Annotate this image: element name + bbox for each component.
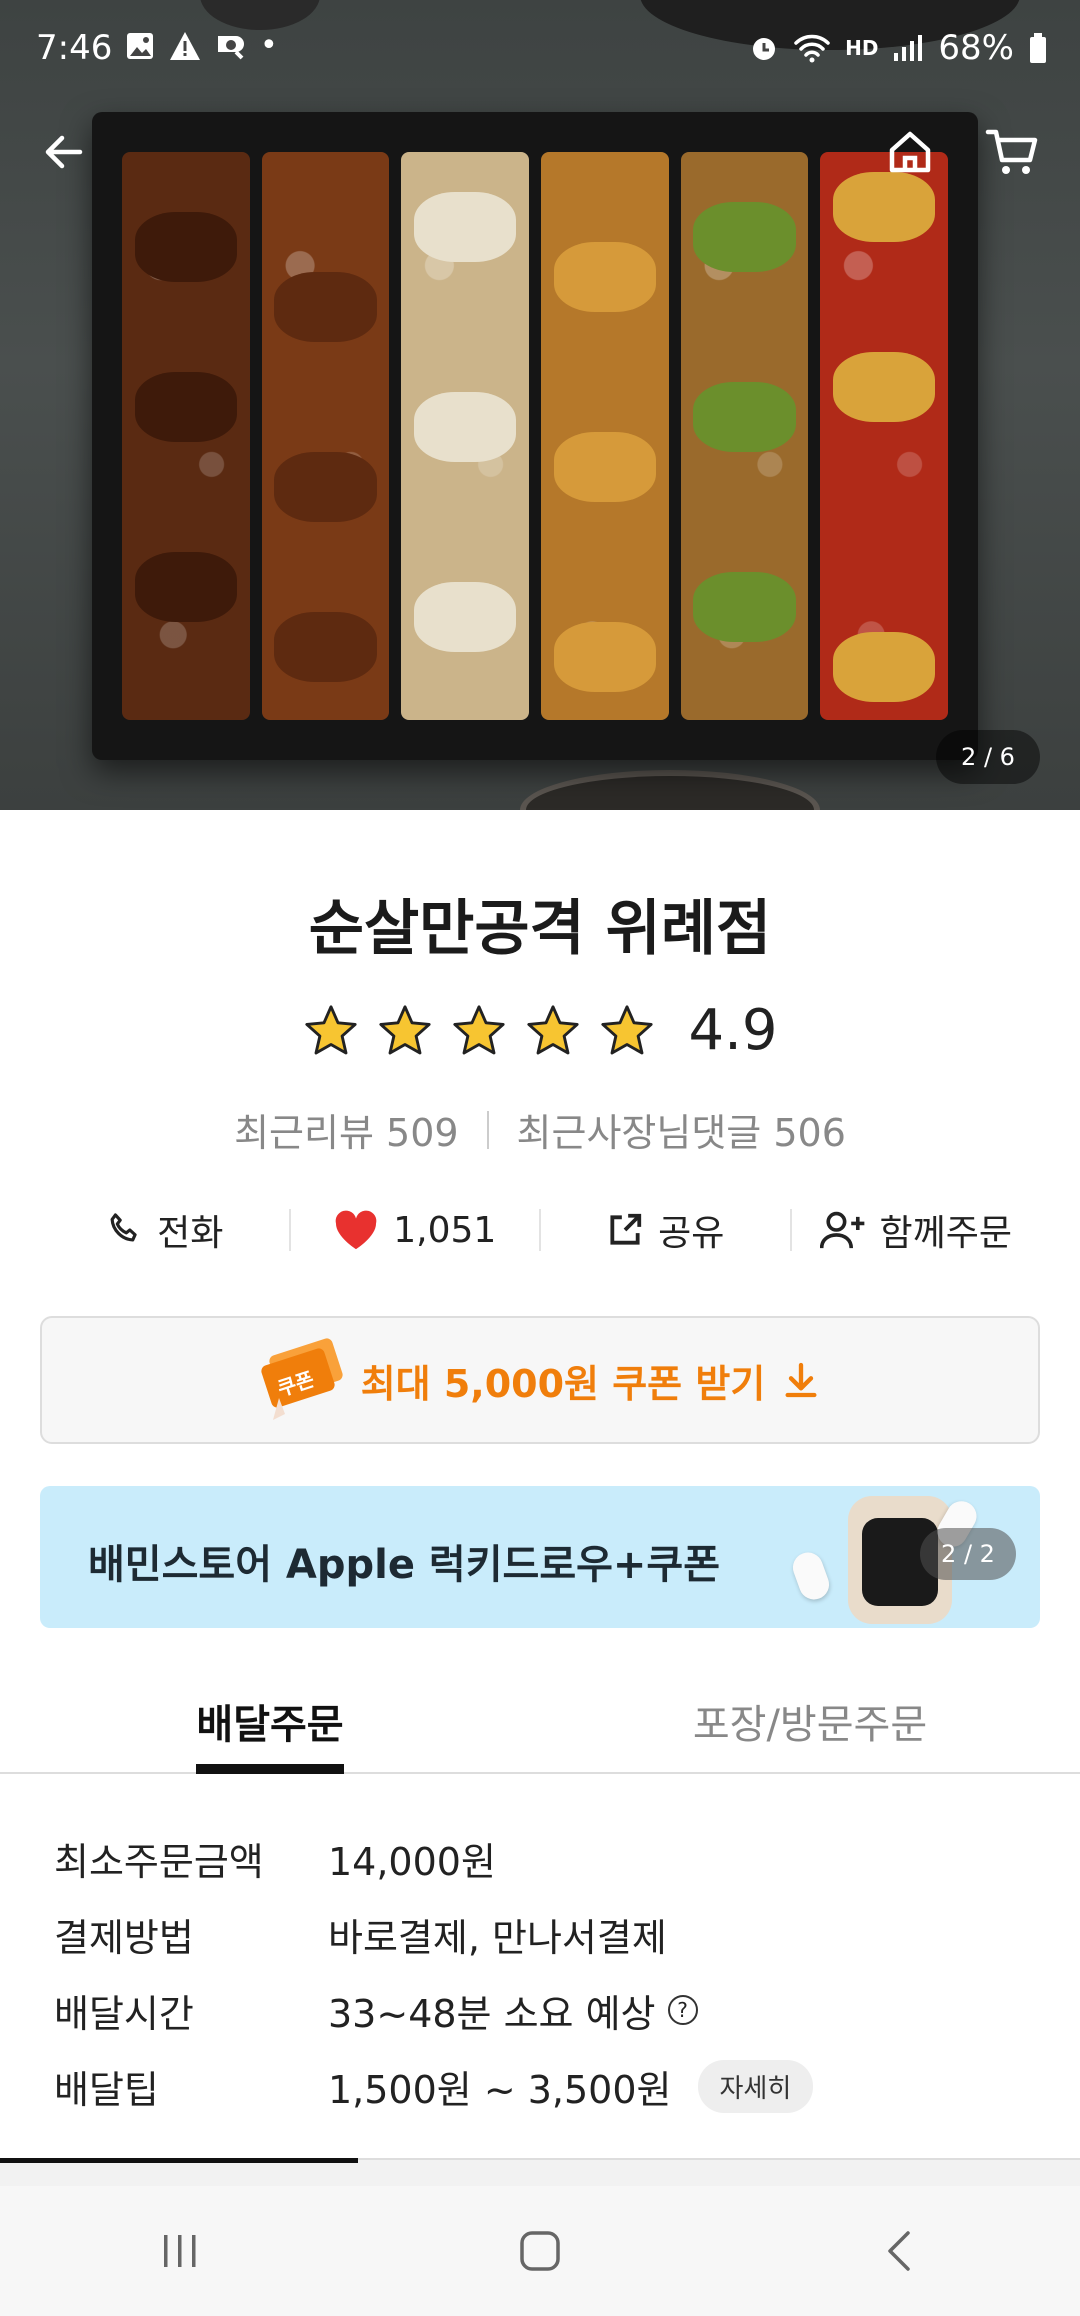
rating-score: 4.9 (688, 998, 778, 1063)
share-label: 공유 (658, 1213, 725, 1254)
scroll-indicator (0, 2158, 358, 2163)
chicken-tray (92, 112, 978, 760)
group-order-label: 함께주문 (879, 1213, 1012, 1254)
min-order-label: 최소주문금액 (54, 1839, 264, 1884)
info-row: 배달팁 1,500원 ~ 3,500원 자세히 (54, 2048, 1034, 2124)
search-app-icon (218, 35, 244, 59)
help-icon[interactable]: ? (667, 1995, 698, 2025)
like-count: 1,051 (393, 1209, 497, 1251)
status-time: 7:46 (36, 28, 113, 68)
add-person-icon (819, 1211, 864, 1249)
phone-icon (110, 1213, 137, 1242)
tab-delivery[interactable]: 배달주문 (0, 1672, 540, 1774)
plate-decoration (520, 770, 820, 810)
warning-icon (170, 31, 200, 60)
recent-apps-icon[interactable] (140, 2211, 220, 2291)
delivery-tip: 1,500원 ~ 3,500원 자세히 (328, 2059, 814, 2114)
signal-icon (894, 35, 923, 61)
like-button[interactable]: 1,051 (291, 1209, 540, 1251)
star-icon (601, 1004, 654, 1054)
system-nav-bar (0, 2186, 1080, 2316)
delivery-tip-value: 1,500원 ~ 3,500원 (328, 2067, 672, 2112)
coupon-download-button[interactable]: 쿠폰 최대 5,000원 쿠폰 받기 (40, 1316, 1040, 1444)
chicken-lane (261, 152, 390, 720)
cart-icon[interactable] (984, 124, 1040, 180)
home-nav-icon[interactable] (500, 2211, 580, 2291)
divider (486, 1110, 489, 1149)
battery-icon (1030, 33, 1046, 63)
owner-replies-link[interactable]: 최근사장님댓글 506 (517, 1102, 846, 1157)
chicken-lane (680, 152, 809, 720)
info-row: 결제방법 바로결제, 만나서결제 (54, 1896, 1034, 1972)
alarm-icon (753, 38, 776, 60)
banner-counter: 2 / 2 (920, 1528, 1016, 1580)
hero-food-image[interactable]: 2 / 6 (0, 0, 1080, 810)
chicken-lane (541, 152, 669, 720)
star-icon (305, 1004, 358, 1054)
delivery-info: 최소주문금액 14,000원 결제방법 바로결제, 만나서결제 배달시간 33~… (54, 1820, 1034, 2124)
call-button[interactable]: 전화 (40, 1204, 289, 1256)
group-order-button[interactable]: 함께주문 (792, 1204, 1041, 1256)
airpod-image (788, 1548, 834, 1604)
star-icon (379, 1004, 432, 1054)
recent-reviews-link[interactable]: 최근리뷰 509 (234, 1102, 458, 1157)
payment-value: 바로결제, 만나서결제 (328, 1915, 667, 1960)
chicken-lane (122, 152, 250, 720)
delivery-time-value: 33~48분 소요 예상 (328, 1991, 656, 2036)
review-summary: 최근리뷰 509 최근사장님댓글 506 (0, 1102, 1080, 1157)
delivery-time: 33~48분 소요 예상 ? (328, 1983, 698, 2038)
wifi-icon (794, 34, 830, 63)
star-icon (527, 1004, 580, 1054)
tab-pickup[interactable]: 포장/방문주문 (540, 1672, 1080, 1772)
more-notifications-dot: • (260, 28, 278, 63)
gallery-icon (127, 32, 153, 59)
coupon-ticket-icon: 쿠폰 (259, 1338, 345, 1420)
rating-row[interactable]: 4.9 (0, 998, 1080, 1063)
delivery-tip-label: 배달팁 (54, 2067, 159, 2112)
info-row: 최소주문금액 14,000원 (54, 1820, 1034, 1896)
coupon-label: 최대 5,000원 쿠폰 받기 (360, 1361, 766, 1406)
info-row: 배달시간 33~48분 소요 예상 ? (54, 1972, 1034, 2048)
share-button[interactable]: 공유 (541, 1204, 790, 1256)
status-bar: 7:46 • HD 68% (0, 0, 1080, 96)
download-icon (785, 1362, 817, 1398)
notification-icons: • (124, 28, 278, 63)
star-icon (453, 1004, 506, 1054)
min-order-value: 14,000원 (328, 1839, 496, 1884)
store-page: 2 / 6 7:46 • HD 68% 순살만공격 위례점 4.9 최근리뷰 5… (0, 0, 1080, 2316)
battery-percent: 68% (938, 28, 1014, 68)
store-name: 순살만공격 위례점 (308, 894, 772, 964)
order-type-tabs: 배달주문 포장/방문주문 (0, 1672, 1080, 1774)
action-bar: 전화 1,051 공유 함께주문 (40, 1200, 1040, 1260)
promo-banner[interactable]: 배민스토어 Apple 럭키드로우+쿠폰 2 / 2 (40, 1486, 1040, 1628)
image-counter: 2 / 6 (936, 730, 1040, 784)
share-icon (610, 1213, 642, 1245)
payment-label: 결제방법 (54, 1915, 194, 1960)
call-label: 전화 (157, 1213, 224, 1254)
banner-text: 배민스토어 Apple 럭키드로우+쿠폰 (88, 1542, 721, 1588)
section-divider (0, 2158, 1080, 2186)
system-indicators: HD 68% (749, 28, 1048, 68)
home-icon[interactable] (882, 124, 938, 180)
chicken-lane (401, 152, 530, 720)
heart-icon (335, 1210, 377, 1250)
back-nav-icon[interactable] (860, 2211, 940, 2291)
detail-button[interactable]: 자세히 (697, 2059, 814, 2113)
chicken-lane (820, 152, 949, 720)
hd-voice-label: HD (845, 36, 879, 60)
delivery-time-label: 배달시간 (54, 1991, 194, 2036)
back-icon[interactable] (36, 124, 92, 180)
